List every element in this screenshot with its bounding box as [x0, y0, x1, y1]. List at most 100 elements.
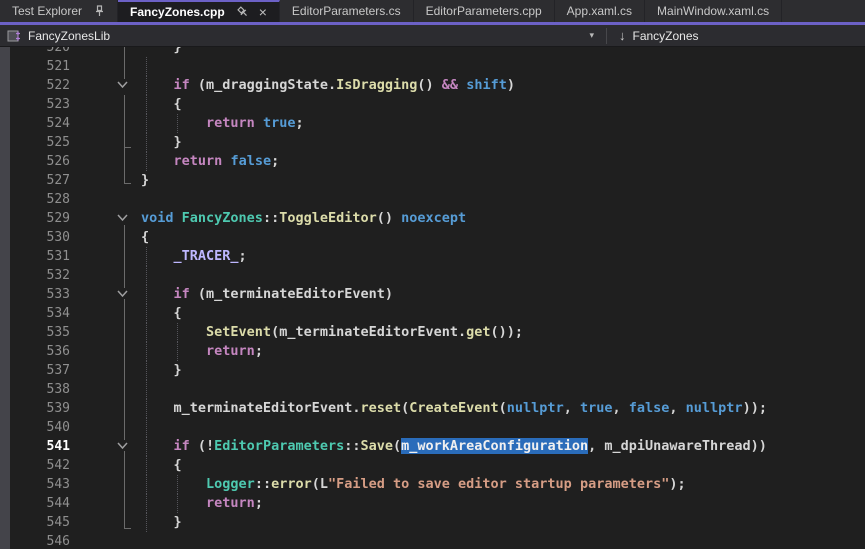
pin-icon[interactable]: [234, 4, 251, 21]
line-number[interactable]: 535: [0, 323, 70, 342]
fold-column: [70, 133, 141, 152]
code-line[interactable]: 534 {: [0, 304, 865, 323]
code-line[interactable]: 520 }: [0, 47, 865, 57]
line-number[interactable]: 540: [0, 418, 70, 437]
member-dropdown[interactable]: ↓ FancyZones: [607, 25, 865, 46]
fold-column: [70, 152, 141, 171]
fold-column: [70, 228, 141, 247]
code-line[interactable]: 528: [0, 190, 865, 209]
fold-column: [70, 76, 141, 95]
code-text: }: [141, 171, 149, 190]
fold-toggle[interactable]: [114, 288, 131, 299]
tab-fancyzones-cpp[interactable]: FancyZones.cpp ×: [118, 0, 280, 22]
code-line[interactable]: 543 Logger::error(L"Failed to save edito…: [0, 475, 865, 494]
line-number[interactable]: 523: [0, 95, 70, 114]
code-line[interactable]: 541 if (!EditorParameters::Save(m_workAr…: [0, 437, 865, 456]
line-number[interactable]: 520: [0, 47, 70, 57]
line-number[interactable]: 544: [0, 494, 70, 513]
line-number[interactable]: 524: [0, 114, 70, 133]
code-line[interactable]: 521: [0, 57, 865, 76]
line-number[interactable]: 528: [0, 190, 70, 209]
line-number[interactable]: 525: [0, 133, 70, 152]
chevron-down-icon[interactable]: ▾: [589, 30, 594, 41]
code-line[interactable]: 537 }: [0, 361, 865, 380]
code-line[interactable]: 533 if (m_terminateEditorEvent): [0, 285, 865, 304]
code-line[interactable]: 523 {: [0, 95, 865, 114]
code-line[interactable]: 525 }: [0, 133, 865, 152]
fold-toggle[interactable]: [114, 212, 131, 223]
tab-editorparameters-cs[interactable]: EditorParameters.cs: [280, 0, 414, 22]
code-line[interactable]: 530{: [0, 228, 865, 247]
code-text: SetEvent(m_terminateEditorEvent.get());: [141, 323, 523, 342]
code-text: Logger::error(L"Failed to save editor st…: [141, 475, 686, 494]
fold-chevron-icon[interactable]: [116, 441, 129, 450]
tab-label: FancyZones.cpp: [130, 5, 225, 19]
code-line[interactable]: 532: [0, 266, 865, 285]
code-line[interactable]: 546: [0, 532, 865, 549]
code-text: if (!EditorParameters::Save(m_workAreaCo…: [141, 437, 767, 456]
line-number[interactable]: 532: [0, 266, 70, 285]
fold-chevron-icon[interactable]: [116, 80, 129, 89]
line-number[interactable]: 546: [0, 532, 70, 549]
line-number[interactable]: 531: [0, 247, 70, 266]
line-number[interactable]: 521: [0, 57, 70, 76]
indent-guide: [146, 418, 147, 437]
code-editor[interactable]: 520 }521522 if (m_draggingState.IsDraggi…: [0, 47, 865, 549]
indent-guide: [146, 76, 147, 95]
code-area: 520 }521522 if (m_draggingState.IsDraggi…: [0, 47, 865, 549]
close-icon[interactable]: ×: [259, 6, 267, 18]
pin-icon[interactable]: [94, 5, 105, 17]
code-line[interactable]: 538: [0, 380, 865, 399]
code-line[interactable]: 536 return;: [0, 342, 865, 361]
line-number[interactable]: 539: [0, 399, 70, 418]
fold-column: [70, 532, 141, 549]
tab-editorparameters-cpp[interactable]: EditorParameters.cpp: [414, 0, 555, 22]
code-line[interactable]: 527}: [0, 171, 865, 190]
code-line[interactable]: 544 return;: [0, 494, 865, 513]
fold-column: [70, 190, 141, 209]
code-line[interactable]: 540: [0, 418, 865, 437]
code-line[interactable]: 535 SetEvent(m_terminateEditorEvent.get(…: [0, 323, 865, 342]
tab-app-xaml-cs[interactable]: App.xaml.cs: [555, 0, 645, 22]
code-line[interactable]: 531 _TRACER_;: [0, 247, 865, 266]
line-number[interactable]: 538: [0, 380, 70, 399]
code-text: m_terminateEditorEvent.reset(CreateEvent…: [141, 399, 767, 418]
fold-chevron-icon[interactable]: [116, 213, 129, 222]
code-line[interactable]: 524 return true;: [0, 114, 865, 133]
code-line[interactable]: 526 return false;: [0, 152, 865, 171]
line-number[interactable]: 536: [0, 342, 70, 361]
code-text: {: [141, 95, 182, 114]
line-number[interactable]: 529: [0, 209, 70, 228]
line-number[interactable]: 537: [0, 361, 70, 380]
line-number[interactable]: 526: [0, 152, 70, 171]
tab-mainwindow-xaml-cs[interactable]: MainWindow.xaml.cs: [645, 0, 782, 22]
code-text: }: [141, 47, 182, 57]
code-text: }: [141, 361, 182, 380]
line-number[interactable]: 545: [0, 513, 70, 532]
indent-guide: [146, 399, 147, 418]
code-text: void FancyZones::ToggleEditor() noexcept: [141, 209, 466, 228]
code-line[interactable]: 539 m_terminateEditorEvent.reset(CreateE…: [0, 399, 865, 418]
line-number[interactable]: 527: [0, 171, 70, 190]
tab-test-explorer[interactable]: Test Explorer: [0, 0, 118, 22]
fold-column: [70, 57, 141, 76]
line-number[interactable]: 530: [0, 228, 70, 247]
code-line[interactable]: 542 {: [0, 456, 865, 475]
line-number[interactable]: 522: [0, 76, 70, 95]
indent-guide: [177, 323, 178, 342]
line-number[interactable]: 543: [0, 475, 70, 494]
fold-chevron-icon[interactable]: [116, 289, 129, 298]
line-number[interactable]: 541: [0, 437, 70, 456]
fold-column: [70, 494, 141, 513]
code-line[interactable]: 529 void FancyZones::ToggleEditor() noexc…: [0, 209, 865, 228]
line-number[interactable]: 542: [0, 456, 70, 475]
code-line[interactable]: 545 }: [0, 513, 865, 532]
indent-guide: [146, 342, 147, 361]
code-line[interactable]: 522 if (m_draggingState.IsDragging() && …: [0, 76, 865, 95]
project-dropdown[interactable]: FancyZonesLib ▾: [0, 25, 606, 46]
fold-toggle[interactable]: [114, 440, 131, 451]
line-number[interactable]: 534: [0, 304, 70, 323]
line-number[interactable]: 533: [0, 285, 70, 304]
fold-toggle[interactable]: [114, 79, 131, 90]
cpp-project-icon: [7, 29, 22, 43]
